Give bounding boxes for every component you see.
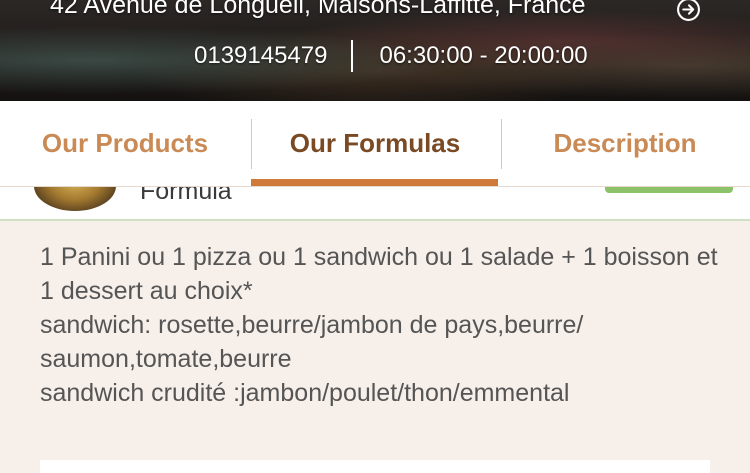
- tab-divider: [501, 119, 502, 169]
- phone-number[interactable]: 0139145479: [194, 42, 327, 70]
- formula-card-header[interactable]: Formula: [0, 187, 750, 221]
- contact-row: 0139145479 06:30:00 - 20:00:00: [194, 40, 588, 72]
- divider: [351, 40, 354, 72]
- arrow-circle-right-icon[interactable]: [676, 0, 701, 22]
- tab-description[interactable]: Description: [500, 101, 750, 186]
- opening-hours: 06:30:00 - 20:00:00: [379, 42, 588, 69]
- tab-our-products[interactable]: Our Products: [0, 101, 250, 186]
- header-banner: 42 Avenue de Longueil, Maisons-Laffitte,…: [0, 0, 750, 101]
- next-card: [40, 460, 710, 473]
- address-text: 42 Avenue de Longueil, Maisons-Laffitte,…: [50, 0, 586, 19]
- formula-title: Formula: [140, 187, 232, 205]
- tab-our-formulas[interactable]: Our Formulas: [250, 101, 500, 186]
- formula-price-badge[interactable]: [605, 187, 733, 193]
- tab-divider: [251, 119, 252, 169]
- tab-bar: Our Products Our Formulas Description: [0, 101, 750, 187]
- formula-description: 1 Panini ou 1 pizza ou 1 sandwich ou 1 s…: [40, 243, 718, 407]
- formula-thumbnail: [34, 187, 116, 211]
